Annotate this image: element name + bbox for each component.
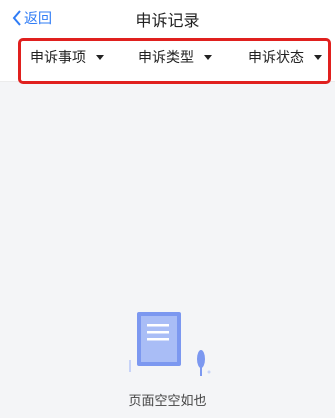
filter-label: 申诉类型	[138, 50, 194, 66]
filter-label: 申诉事项	[30, 50, 86, 66]
page-title: 申诉记录	[135, 11, 200, 30]
filter-appeal-status[interactable]: 申诉状态	[248, 47, 322, 67]
caret-down-icon	[96, 54, 104, 60]
caret-down-icon	[314, 54, 322, 60]
filter-label: 申诉状态	[248, 50, 304, 66]
caret-down-icon	[204, 54, 212, 60]
empty-state-message: 页面空空如也	[128, 394, 207, 409]
filter-appeal-item[interactable]: 申诉事项	[30, 47, 104, 67]
navigation-bar: 返回 申诉记录	[0, 0, 335, 36]
filter-appeal-type[interactable]: 申诉类型	[138, 47, 212, 67]
empty-document-icon	[129, 312, 211, 376]
